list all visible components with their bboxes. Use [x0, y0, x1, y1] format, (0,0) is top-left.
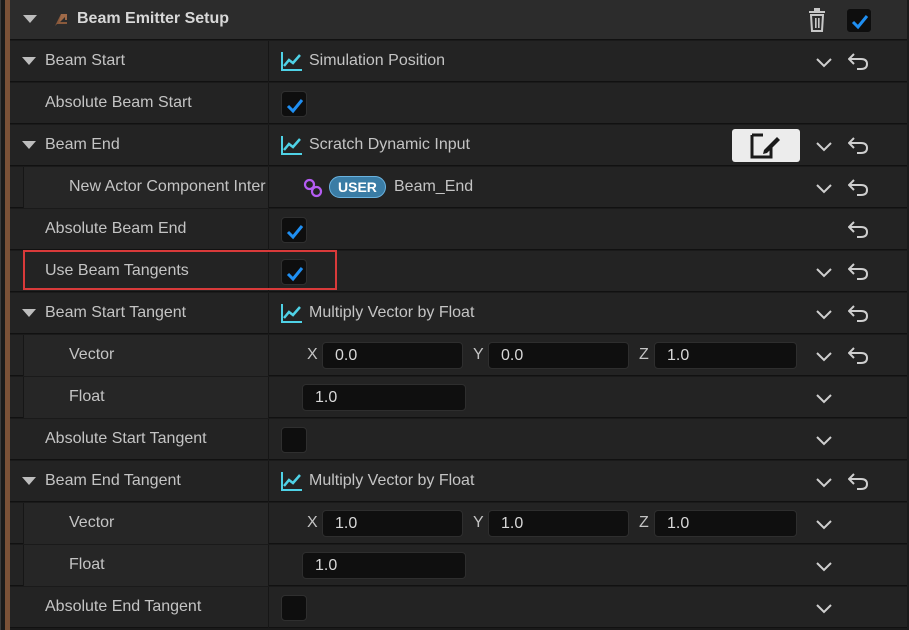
row-label: Float [69, 556, 105, 573]
checkmark-icon [286, 99, 304, 114]
chevron-down-icon[interactable] [815, 557, 833, 575]
chevron-down-icon[interactable] [815, 515, 833, 533]
chevron-down-icon[interactable] [815, 53, 833, 71]
module-header[interactable]: Beam Emitter Setup [10, 0, 907, 40]
user-parameter-name[interactable]: Beam_End [394, 178, 473, 196]
z-axis-label: Z [639, 514, 649, 531]
row-beam-start: Beam Start Simulation Position [10, 41, 907, 82]
expand-arrow-icon[interactable] [22, 57, 36, 65]
reset-to-default-icon[interactable] [848, 262, 868, 280]
dynamic-input-curve-icon [281, 472, 302, 491]
row-label: Beam Start [45, 52, 126, 69]
vector-z-field[interactable]: 1.0 [654, 342, 797, 369]
vector-z-field[interactable]: 1.0 [654, 510, 797, 537]
row-label: New Actor Component Inter [69, 178, 266, 195]
z-axis-label: Z [639, 346, 649, 363]
row-label: Float [69, 388, 105, 405]
row-end-float: Float 1.0 [10, 545, 907, 586]
chevron-down-icon[interactable] [815, 179, 833, 197]
module-enabled-checkbox[interactable] [846, 8, 872, 33]
emitter-module-icon [55, 14, 67, 26]
chevron-down-icon[interactable] [815, 473, 833, 491]
edit-scratch-pad-button[interactable] [732, 129, 800, 162]
float-field[interactable]: 1.0 [302, 552, 466, 579]
vector-y-field[interactable]: 0.0 [488, 342, 629, 369]
row-absolute-end-tangent: Absolute End Tangent [10, 587, 907, 628]
row-beam-end-tangent: Beam End Tangent Multiply Vector by Floa… [10, 461, 907, 502]
expand-arrow-icon[interactable] [22, 477, 36, 485]
x-axis-label: X [307, 514, 318, 531]
module-title: Beam Emitter Setup [77, 10, 230, 27]
module-panel: Beam Emitter Setup Beam Start Simulation… [0, 0, 909, 630]
chevron-down-icon[interactable] [815, 431, 833, 449]
chevron-down-icon[interactable] [815, 137, 833, 155]
chevron-down-icon[interactable] [815, 305, 833, 323]
reset-to-default-icon[interactable] [848, 304, 868, 322]
link-icon [303, 178, 323, 198]
absolute-beam-end-checkbox[interactable] [281, 217, 307, 243]
dynamic-input-value[interactable]: Scratch Dynamic Input [309, 136, 470, 154]
checkmark-icon [286, 267, 304, 282]
absolute-beam-start-checkbox[interactable] [281, 91, 307, 117]
user-namespace-badge: USER [329, 176, 386, 198]
row-absolute-start-tangent: Absolute Start Tangent [10, 419, 907, 460]
reset-to-default-icon[interactable] [848, 178, 868, 196]
collapse-arrow-icon[interactable] [23, 15, 37, 23]
row-label: Absolute Beam End [45, 220, 187, 237]
dynamic-input-curve-icon [281, 304, 302, 323]
dynamic-input-value[interactable]: Multiply Vector by Float [309, 472, 474, 490]
float-field[interactable]: 1.0 [302, 384, 466, 411]
chevron-down-icon[interactable] [815, 599, 833, 617]
y-axis-label: Y [473, 514, 484, 531]
row-start-float: Float 1.0 [10, 377, 907, 418]
dynamic-input-value[interactable]: Multiply Vector by Float [309, 304, 474, 322]
row-label: Absolute Beam Start [45, 94, 192, 111]
absolute-start-tangent-checkbox[interactable] [281, 427, 307, 453]
vector-x-field[interactable]: 0.0 [322, 342, 463, 369]
reset-to-default-icon[interactable] [848, 220, 868, 238]
row-label: Beam Start Tangent [45, 304, 187, 321]
row-beam-end: Beam End Scratch Dynamic Input [10, 125, 907, 166]
row-label: Vector [69, 514, 115, 531]
expand-arrow-icon[interactable] [22, 141, 36, 149]
row-new-actor-component: New Actor Component Inter USER Beam_End [10, 167, 907, 208]
dynamic-input-curve-icon [281, 52, 302, 71]
edit-note-icon [750, 133, 780, 159]
vector-x-field[interactable]: 1.0 [322, 510, 463, 537]
row-absolute-beam-start: Absolute Beam Start [10, 83, 907, 124]
row-use-beam-tangents: Use Beam Tangents [10, 251, 907, 292]
reset-to-default-icon[interactable] [848, 136, 868, 154]
row-label: Vector [69, 346, 115, 363]
reset-to-default-icon[interactable] [848, 52, 868, 70]
absolute-end-tangent-checkbox[interactable] [281, 595, 307, 621]
checkmark-icon [286, 225, 304, 240]
dynamic-input-curve-icon [281, 136, 302, 155]
vector-y-field[interactable]: 1.0 [488, 510, 629, 537]
row-label: Beam End [45, 136, 120, 153]
row-label: Absolute End Tangent [45, 598, 202, 615]
row-end-vector: Vector X 1.0 Y 1.0 Z 1.0 [10, 503, 907, 544]
row-beam-start-tangent: Beam Start Tangent Multiply Vector by Fl… [10, 293, 907, 334]
y-axis-label: Y [473, 346, 484, 363]
x-axis-label: X [307, 346, 318, 363]
reset-to-default-icon[interactable] [848, 346, 868, 364]
delete-trash-icon[interactable] [806, 8, 828, 32]
expand-arrow-icon[interactable] [22, 309, 36, 317]
chevron-down-icon[interactable] [815, 389, 833, 407]
chevron-down-icon[interactable] [815, 347, 833, 365]
row-absolute-beam-end: Absolute Beam End [10, 209, 907, 250]
row-label: Use Beam Tangents [45, 262, 189, 279]
use-beam-tangents-checkbox[interactable] [281, 259, 307, 285]
checkmark-icon [851, 15, 869, 30]
row-start-vector: Vector X 0.0 Y 0.0 Z 1.0 [10, 335, 907, 376]
dynamic-input-value[interactable]: Simulation Position [309, 52, 445, 70]
chevron-down-icon[interactable] [815, 263, 833, 281]
row-label: Beam End Tangent [45, 472, 181, 489]
reset-to-default-icon[interactable] [848, 472, 868, 490]
row-label: Absolute Start Tangent [45, 430, 207, 447]
